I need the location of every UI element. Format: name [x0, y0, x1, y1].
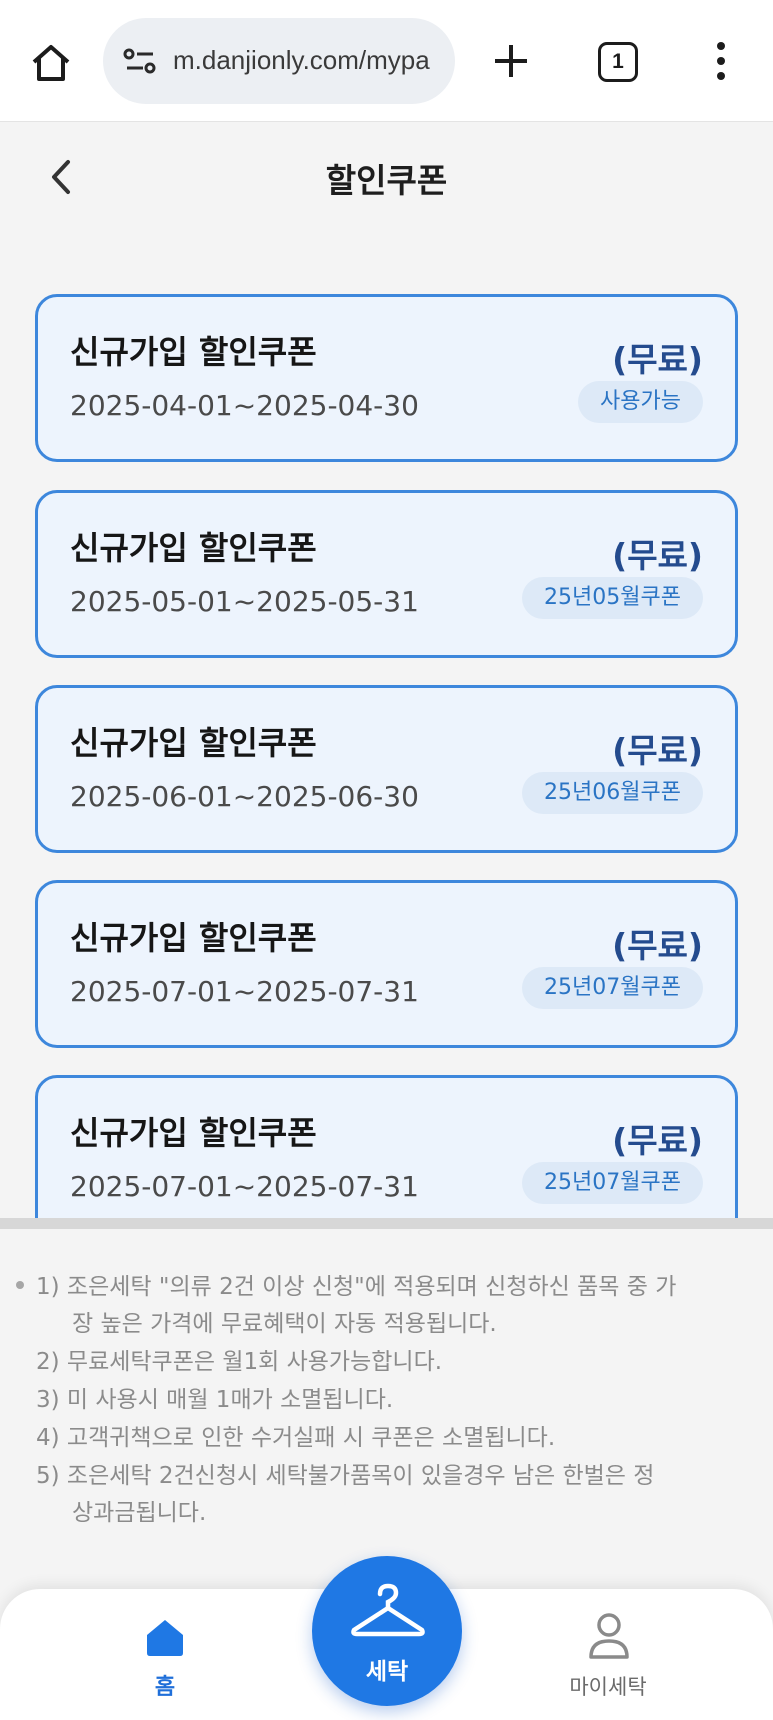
hanger-icon: [348, 1580, 428, 1644]
coupon-card[interactable]: 신규가입 할인쿠폰 (무료) 2025-06-01~2025-06-30 25년…: [35, 685, 738, 853]
section-divider: [0, 1218, 773, 1229]
coupon-price: (무료): [612, 536, 703, 575]
coupon-card[interactable]: 신규가입 할인쿠폰 (무료) 2025-04-01~2025-04-30 사용가…: [35, 294, 738, 462]
coupon-name: 신규가입 할인쿠폰: [70, 529, 317, 567]
tab-switcher-icon[interactable]: 1: [598, 42, 638, 82]
coupon-list[interactable]: 신규가입 할인쿠폰 (무료) 2025-04-01~2025-04-30 사용가…: [0, 232, 773, 1218]
coupon-period: 2025-06-01~2025-06-30: [70, 780, 419, 813]
coupon-period: 2025-05-01~2025-05-31: [70, 585, 419, 618]
coupon-name: 신규가입 할인쿠폰: [70, 724, 317, 762]
coupon-price: (무료): [612, 1121, 703, 1160]
coupon-name: 신규가입 할인쿠폰: [70, 919, 317, 957]
coupon-period: 2025-07-01~2025-07-31: [70, 975, 419, 1008]
coupon-name: 신규가입 할인쿠폰: [70, 1114, 317, 1152]
page-title: 할인쿠폰: [325, 161, 448, 200]
nav-home-label: 홈: [154, 1675, 176, 1700]
coupon-price: (무료): [612, 340, 703, 379]
coupon-status-badge: 25년07월쿠폰: [522, 1162, 703, 1204]
note-line: 3) 미 사용시 매월 1매가 소멸됩니다.: [36, 1387, 394, 1413]
wash-button[interactable]: 세탁: [312, 1556, 462, 1706]
address-bar[interactable]: m.danjionly.com/mypa: [103, 18, 455, 104]
overflow-menu-icon[interactable]: [708, 38, 734, 84]
coupon-status-badge: 25년07월쿠폰: [522, 967, 703, 1009]
nav-home-tab[interactable]: 홈: [115, 1609, 215, 1709]
coupon-period: 2025-07-01~2025-07-31: [70, 1170, 419, 1203]
browser-toolbar: m.danjionly.com/mypa 1: [0, 0, 773, 122]
coupon-card[interactable]: 신규가입 할인쿠폰 (무료) 2025-05-01~2025-05-31 25년…: [35, 490, 738, 658]
coupon-name: 신규가입 할인쿠폰: [70, 333, 317, 371]
bullet-dot-icon: [16, 1281, 24, 1289]
note-line: 1) 조은세탁 "의류 2건 이상 신청"에 적용되며 신청하신 품목 중 가: [36, 1274, 677, 1300]
user-icon: [586, 1611, 632, 1661]
note-line: 장 높은 가격에 무료혜택이 자동 적용됩니다.: [72, 1311, 497, 1337]
home-icon: [143, 1615, 187, 1659]
coupon-notes: 1) 조은세탁 "의류 2건 이상 신청"에 적용되며 신청하신 품목 중 가 …: [0, 1229, 773, 1589]
coupon-card[interactable]: 신규가입 할인쿠폰 (무료) 2025-07-01~2025-07-31 25년…: [35, 880, 738, 1048]
coupon-status-badge: 사용가능: [578, 381, 703, 423]
coupon-status-badge: 25년05월쿠폰: [522, 577, 703, 619]
note-line: 5) 조은세탁 2건신청시 세탁불가품목이 있을경우 남은 한벌은 정: [36, 1463, 655, 1489]
coupon-period: 2025-04-01~2025-04-30: [70, 389, 419, 422]
page-header: 할인쿠폰: [0, 122, 773, 232]
chevron-left-icon[interactable]: [44, 154, 80, 200]
note-line: 4) 고객귀책으로 인한 수거실패 시 쿠폰은 소멸됩니다.: [36, 1425, 556, 1451]
coupon-price: (무료): [612, 731, 703, 770]
coupon-price: (무료): [612, 926, 703, 965]
nav-my-wash-tab[interactable]: 마이세탁: [548, 1609, 668, 1709]
note-line: 2) 무료세탁쿠폰은 월1회 사용가능합니다.: [36, 1349, 443, 1375]
new-tab-plus-icon[interactable]: [488, 38, 534, 84]
home-icon[interactable]: [28, 40, 74, 86]
wash-button-label: 세탁: [365, 1659, 409, 1685]
coupon-card[interactable]: 신규가입 할인쿠폰 (무료) 2025-07-01~2025-07-31 25년…: [35, 1075, 738, 1218]
nav-my-wash-label: 마이세탁: [569, 1675, 647, 1699]
site-settings-icon[interactable]: [123, 46, 157, 76]
coupon-status-badge: 25년06월쿠폰: [522, 772, 703, 814]
note-line: 상과금됩니다.: [72, 1500, 207, 1526]
url-text[interactable]: m.danjionly.com/mypa: [173, 45, 445, 76]
